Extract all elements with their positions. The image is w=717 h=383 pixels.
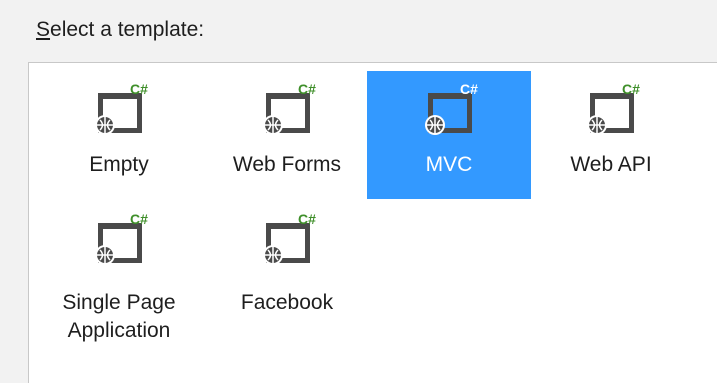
template-empty[interactable]: C# Empty: [37, 71, 201, 199]
template-facebook[interactable]: C# Facebook: [205, 203, 369, 351]
web-project-csharp-icon: C#: [425, 83, 478, 135]
template-list[interactable]: C# Empty C# Web Forms C# MVC C# Web API …: [28, 62, 717, 383]
template-web-forms[interactable]: C# Web Forms: [205, 71, 369, 199]
template-mvc[interactable]: C# MVC: [367, 71, 531, 199]
web-project-csharp-icon: C#: [95, 213, 148, 265]
web-project-csharp-icon: C#: [587, 83, 640, 135]
template-single-page-application[interactable]: C# Single Page Application: [37, 203, 201, 351]
select-template-label-text: elect a template:: [50, 18, 205, 41]
web-project-csharp-icon: C#: [263, 213, 316, 265]
svg-text:C#: C#: [298, 83, 316, 97]
access-key-letter: S: [36, 18, 51, 41]
svg-text:C#: C#: [460, 83, 478, 97]
template-label: Web Forms: [232, 153, 342, 176]
svg-text:C#: C#: [130, 213, 148, 227]
svg-text:C#: C#: [130, 83, 148, 97]
template-label: Single Page Application: [62, 291, 176, 342]
template-label: Empty: [89, 153, 149, 176]
select-template-label: Select a template:: [36, 16, 204, 44]
template-label: MVC: [425, 153, 473, 176]
svg-text:C#: C#: [622, 83, 640, 97]
template-label: Web API: [570, 153, 652, 176]
template-label: Facebook: [240, 291, 334, 314]
web-project-csharp-icon: C#: [95, 83, 148, 135]
web-project-csharp-icon: C#: [263, 83, 316, 135]
svg-text:C#: C#: [298, 213, 316, 227]
template-web-api[interactable]: C# Web API: [529, 71, 693, 199]
